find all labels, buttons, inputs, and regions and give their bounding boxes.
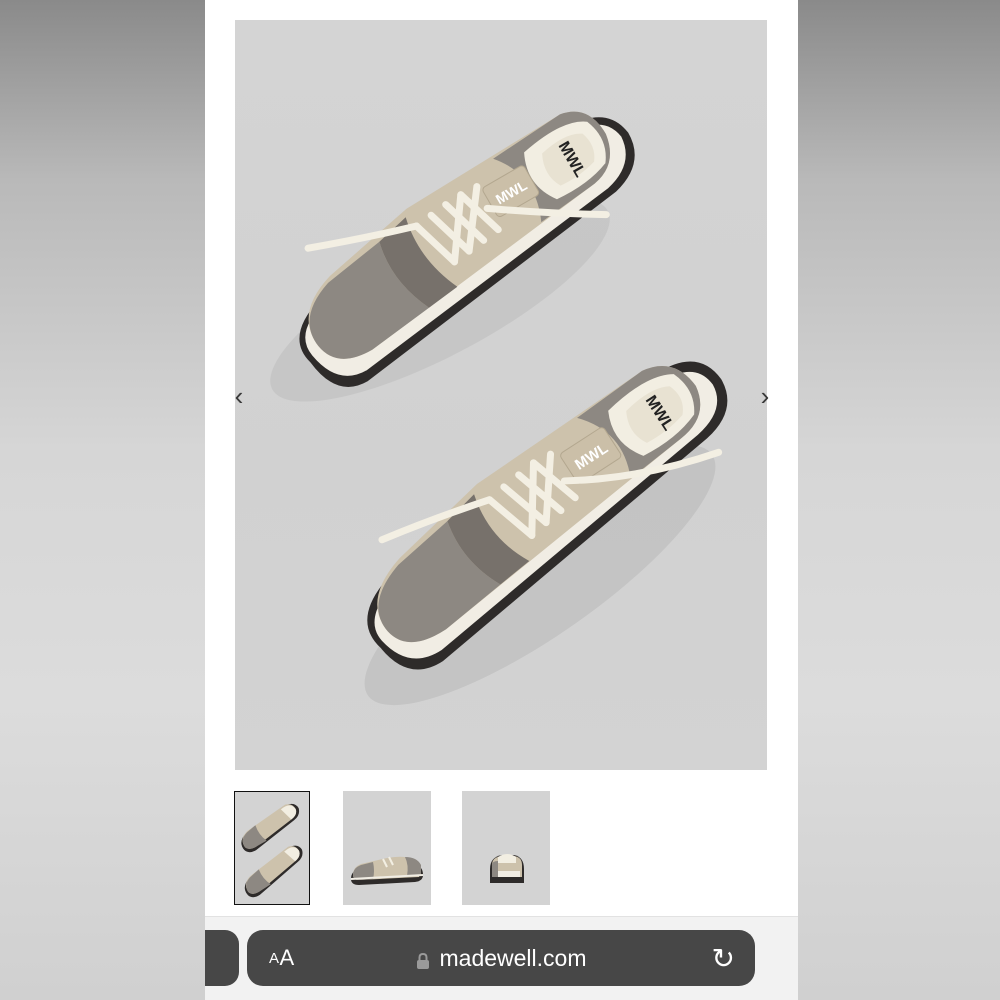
previous-image-button[interactable]: ‹ bbox=[229, 376, 249, 416]
thumbnail-image bbox=[490, 854, 524, 883]
main-product-image[interactable]: MWL MWL MWL MWL bbox=[235, 20, 767, 770]
thumbnail-pair-top-view[interactable] bbox=[234, 791, 310, 905]
chevron-left-icon: ‹ bbox=[234, 381, 244, 411]
chevron-right-icon: › bbox=[760, 381, 770, 411]
thumbnail-image bbox=[350, 856, 424, 885]
next-image-button[interactable]: › bbox=[755, 376, 775, 416]
url-display[interactable]: madewell.com bbox=[247, 930, 755, 986]
browser-viewport: MWL MWL MWL MWL ‹ › A A madewell.com ↻ bbox=[205, 0, 798, 1000]
lock-icon bbox=[416, 949, 430, 969]
thumbnail-single-side-view[interactable] bbox=[343, 791, 431, 905]
thumbnail-image bbox=[241, 803, 303, 898]
reload-button[interactable]: ↻ bbox=[712, 930, 735, 986]
sneakers-photo: MWL MWL MWL MWL bbox=[270, 111, 728, 706]
previous-tab-preview[interactable] bbox=[205, 930, 239, 986]
thumbnail-single-back-view[interactable] bbox=[462, 791, 550, 905]
domain-text: madewell.com bbox=[439, 944, 587, 971]
address-bar[interactable]: AA madewell.com ↻ bbox=[247, 930, 755, 986]
reload-icon: ↻ bbox=[711, 942, 735, 974]
